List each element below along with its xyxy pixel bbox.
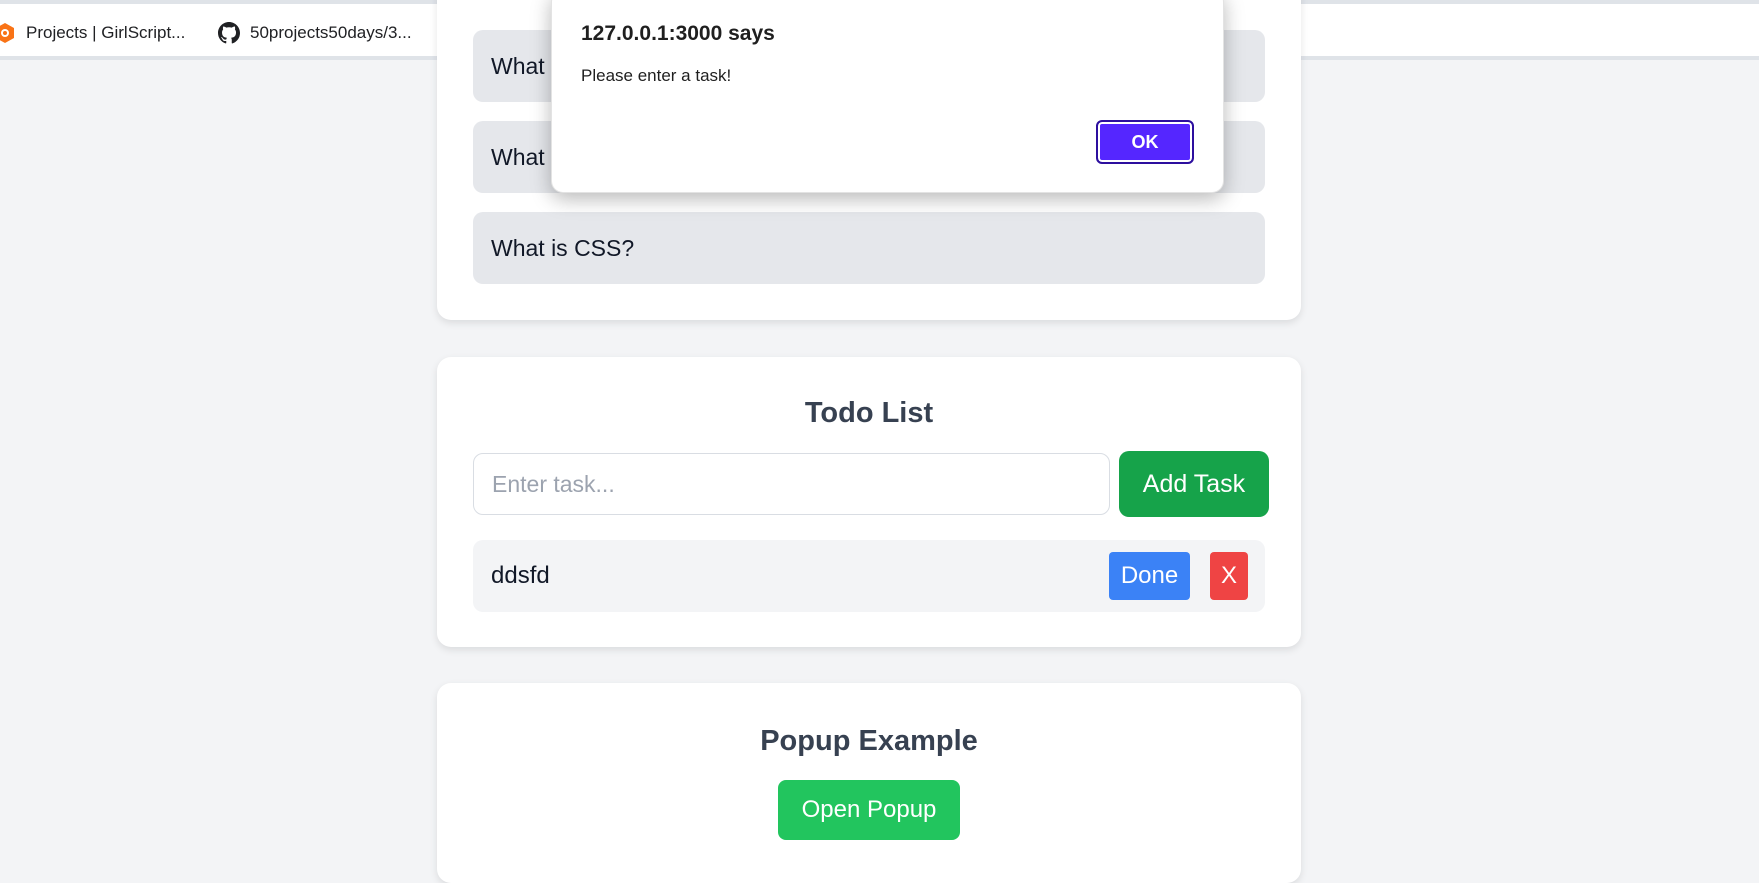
github-icon [218, 22, 240, 44]
alert-message: Please enter a task! [581, 66, 732, 85]
add-task-button[interactable]: Add Task [1119, 451, 1269, 517]
alert-ok-button[interactable]: OK [1096, 120, 1194, 164]
bookmark-girlscript[interactable]: Projects | GirlScript... [0, 22, 185, 44]
bookmark-github[interactable]: 50projects50days/3... [218, 22, 412, 44]
delete-button[interactable]: X [1210, 552, 1248, 600]
todo-title: Todo List [804, 397, 934, 429]
bookmark-label: 50projects50days/3... [250, 23, 412, 42]
faq-question[interactable]: What is CSS? [473, 212, 1265, 284]
task-input[interactable] [473, 453, 1110, 515]
done-button[interactable]: Done [1109, 552, 1190, 600]
open-popup-button[interactable]: Open Popup [778, 780, 960, 840]
alert-dialog: 127.0.0.1:3000 says Please enter a task!… [551, 0, 1224, 193]
alert-title: 127.0.0.1:3000 says [581, 22, 775, 45]
todo-card: Todo List Add Task ddsfd Done X [437, 357, 1301, 647]
popup-title: Popup Example [760, 725, 978, 757]
girlscript-icon [0, 22, 16, 44]
task-text: ddsfd [491, 562, 550, 589]
popup-card: Popup Example Open Popup [437, 683, 1301, 883]
bookmark-label: Projects | GirlScript... [26, 23, 186, 42]
task-item: ddsfd Done X [473, 540, 1265, 612]
